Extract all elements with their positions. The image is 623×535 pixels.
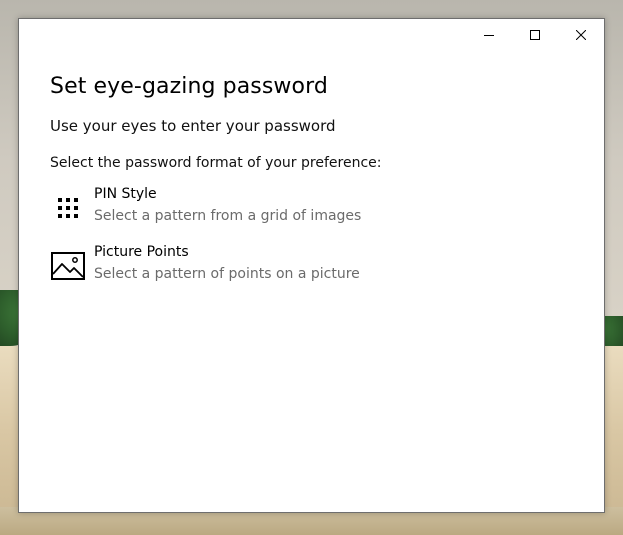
- option-title: Picture Points: [94, 244, 189, 260]
- format-prompt: Select the password format of your prefe…: [50, 155, 382, 171]
- close-icon: [576, 30, 586, 40]
- maximize-icon: [530, 30, 540, 40]
- option-picture-points[interactable]: Picture Points Select a pattern of point…: [50, 243, 470, 293]
- minimize-icon: [484, 30, 494, 40]
- close-button[interactable]: [558, 19, 604, 51]
- option-title: PIN Style: [94, 186, 157, 202]
- picture-icon: [50, 251, 86, 281]
- option-description: Select a pattern of points on a picture: [94, 266, 360, 282]
- page-subtitle: Use your eyes to enter your password: [50, 117, 336, 135]
- title-bar[interactable]: [19, 19, 604, 51]
- page-title: Set eye-gazing password: [50, 74, 328, 99]
- option-description: Select a pattern from a grid of images: [94, 208, 362, 224]
- option-pin-style[interactable]: PIN Style Select a pattern from a grid o…: [50, 185, 470, 235]
- maximize-button[interactable]: [512, 19, 558, 51]
- dot-grid-icon: [50, 193, 86, 223]
- dialog-window: Set eye-gazing password Use your eyes to…: [18, 18, 605, 513]
- minimize-button[interactable]: [466, 19, 512, 51]
